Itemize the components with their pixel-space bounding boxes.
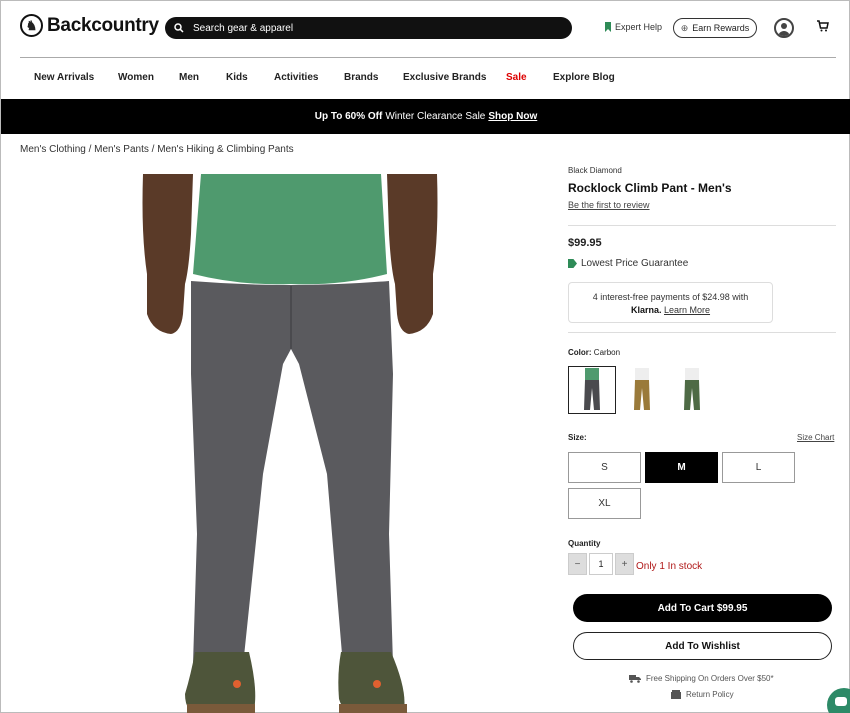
main-nav: New Arrivals Women Men Kids Activities B…: [1, 65, 850, 91]
price-guarantee[interactable]: Lowest Price Guarantee: [568, 258, 688, 269]
promo-banner: Up To 60% Off Winter Clearance Sale Shop…: [1, 99, 850, 134]
nav-kids[interactable]: Kids: [226, 72, 248, 83]
logo[interactable]: ♞ Backcountry: [20, 14, 159, 37]
shipping-info: Free Shipping On Orders Over $50*: [629, 674, 774, 683]
promo-shop-now-link[interactable]: Shop Now: [488, 111, 537, 122]
size-xl-button[interactable]: XL: [568, 488, 641, 519]
nav-sale[interactable]: Sale: [506, 72, 527, 83]
klarna-box: 4 interest-free payments of $24.98 with …: [568, 282, 773, 323]
nav-activities[interactable]: Activities: [274, 72, 318, 83]
promo-highlight: Up To 60% Off: [314, 111, 383, 122]
color-label-title: Color:: [568, 348, 592, 357]
size-chart-link[interactable]: Size Chart: [797, 433, 834, 442]
earn-rewards-button[interactable]: ⊕ Earn Rewards: [673, 18, 757, 38]
product-title: Rocklock Climb Pant - Men's: [568, 181, 732, 195]
add-to-cart-button[interactable]: Add To Cart $99.95: [573, 594, 832, 622]
color-swatch-carbon[interactable]: [568, 366, 616, 414]
divider: [568, 332, 836, 333]
product-image: [142, 174, 438, 713]
bookmark-icon: [605, 22, 611, 32]
search-bar[interactable]: [165, 17, 572, 39]
logo-text: Backcountry: [47, 14, 159, 36]
nav-explore-blog[interactable]: Explore Blog: [553, 72, 615, 83]
divider: [568, 225, 836, 226]
breadcrumb[interactable]: Men's Clothing / Men's Pants / Men's Hik…: [20, 144, 294, 155]
klarna-logo: Klarna.: [630, 305, 662, 315]
color-label: Color: Carbon: [568, 348, 620, 357]
review-link[interactable]: Be the first to review: [568, 200, 650, 210]
search-input[interactable]: [193, 22, 553, 34]
guarantee-label: Lowest Price Guarantee: [581, 258, 689, 269]
size-l-button[interactable]: L: [722, 452, 795, 483]
expert-help-label: Expert Help: [615, 22, 663, 32]
klarna-learn-more[interactable]: Learn More: [664, 305, 710, 315]
cart-icon[interactable]: [817, 20, 829, 35]
nav-exclusive-brands[interactable]: Exclusive Brands: [403, 72, 486, 83]
klarna-text: 4 interest-free payments of $24.98 with: [592, 292, 749, 302]
search-icon: [174, 23, 184, 33]
color-value: Carbon: [593, 348, 621, 357]
color-swatch-brown[interactable]: [618, 366, 666, 414]
earn-rewards-label: Earn Rewards: [692, 23, 750, 33]
product-brand[interactable]: Black Diamond: [568, 166, 622, 175]
header-divider: [20, 57, 836, 58]
account-icon[interactable]: [774, 18, 794, 38]
quantity-decrease-button[interactable]: −: [568, 553, 587, 575]
tag-icon: [568, 259, 577, 268]
nav-brands[interactable]: Brands: [344, 72, 378, 83]
product-price: $99.95: [568, 237, 602, 249]
return-policy-link[interactable]: Return Policy: [671, 690, 734, 699]
stock-status: Only 1 In stock: [636, 561, 703, 572]
rewards-icon: ⊕: [680, 22, 689, 33]
size-label: Size:: [568, 433, 587, 442]
return-policy-label: Return Policy: [686, 690, 734, 699]
shipping-text: Free Shipping On Orders Over $50*: [646, 674, 774, 683]
add-to-wishlist-button[interactable]: Add To Wishlist: [573, 632, 832, 660]
truck-icon: [629, 675, 641, 683]
promo-text: Winter Clearance Sale: [385, 111, 486, 122]
size-m-button[interactable]: M: [645, 452, 718, 483]
nav-women[interactable]: Women: [118, 72, 154, 83]
quantity-label: Quantity: [568, 539, 601, 548]
box-icon: [671, 690, 681, 699]
goat-logo-icon: ♞: [20, 14, 43, 37]
site-header: ♞ Backcountry Expert Help ⊕ Earn Rewards: [1, 1, 850, 57]
nav-men[interactable]: Men: [179, 72, 199, 83]
quantity-increase-button[interactable]: +: [615, 553, 634, 575]
chat-icon[interactable]: [827, 688, 850, 713]
quantity-input[interactable]: 1: [589, 553, 613, 575]
expert-help-link[interactable]: Expert Help: [605, 22, 662, 32]
color-swatch-green[interactable]: [668, 366, 716, 414]
size-s-button[interactable]: S: [568, 452, 641, 483]
nav-new-arrivals[interactable]: New Arrivals: [34, 72, 94, 83]
